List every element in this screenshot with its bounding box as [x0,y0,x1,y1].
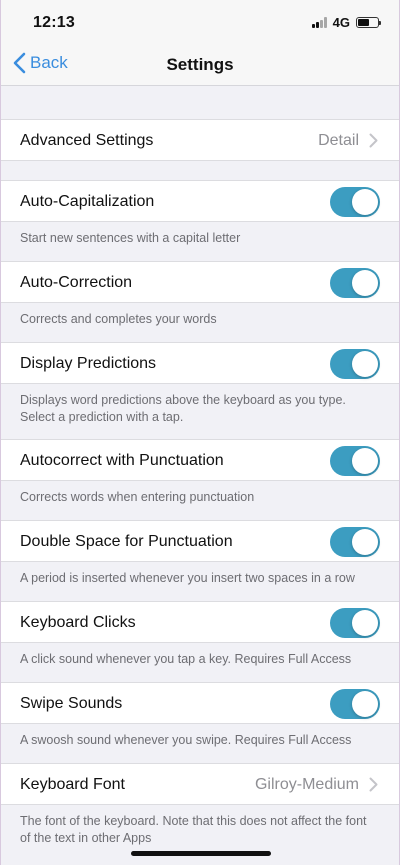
row-label: Keyboard Font [20,776,125,793]
keyboard-clicks-note: A click sound whenever you tap a key. Re… [20,652,352,666]
autocorrect-punctuation-row: Autocorrect with Punctuation [1,439,399,481]
display-predictions-row: Display Predictions [1,342,399,384]
row-label: Auto-Correction [20,274,133,291]
battery-icon [356,17,381,28]
auto-correction-toggle[interactable] [330,268,380,298]
row-label: Advanced Settings [20,132,154,149]
status-indicators: 4G [311,15,381,30]
page-title: Settings [166,55,234,74]
row-label: Keyboard Clicks [20,614,136,631]
auto-capitalization-toggle[interactable] [330,187,380,217]
signal-icon [311,17,327,28]
nav-bar: Back Settings [1,44,399,86]
row-label: Swipe Sounds [20,695,123,712]
status-time: 12:13 [33,14,75,31]
advanced-settings-row[interactable]: Advanced Settings Detail [1,119,399,161]
double-space-toggle[interactable] [330,527,380,557]
row-detail: Detail [318,132,359,149]
display-predictions-toggle[interactable] [330,349,380,379]
row-label: Autocorrect with Punctuation [20,452,224,469]
auto-correction-row: Auto-Correction [1,261,399,303]
network-label: 4G [332,15,350,30]
auto-correction-note: Corrects and completes your words [20,312,217,326]
keyboard-font-note: The font of the keyboard. Note that this… [20,814,367,845]
row-label: Double Space for Punctuation [20,533,233,550]
status-bar: 12:13 4G [1,0,399,44]
keyboard-clicks-row: Keyboard Clicks [1,601,399,643]
autocorrect-punctuation-toggle[interactable] [330,446,380,476]
row-label: Display Predictions [20,355,157,372]
swipe-sounds-toggle[interactable] [330,689,380,719]
home-indicator [131,851,271,856]
double-space-note: A period is inserted whenever you insert… [20,571,355,585]
autocorrect-punctuation-note: Corrects words when entering punctuation [20,490,255,504]
row-detail: Gilroy-Medium [254,776,359,793]
display-predictions-note: Displays word predictions above the keyb… [20,393,346,424]
keyboard-font-row[interactable]: Keyboard Font Gilroy-Medium [1,763,399,805]
keyboard-clicks-toggle[interactable] [330,608,380,638]
auto-capitalization-row: Auto-Capitalization [1,180,399,222]
auto-capitalization-note: Start new sentences with a capital lette… [20,231,241,245]
chevron-right-icon [369,777,378,792]
swipe-sounds-row: Swipe Sounds [1,682,399,724]
chevron-right-icon [369,133,378,148]
swipe-sounds-note: A swoosh sound whenever you swipe. Requi… [20,733,352,747]
double-space-row: Double Space for Punctuation [1,520,399,562]
row-label: Auto-Capitalization [20,193,155,210]
